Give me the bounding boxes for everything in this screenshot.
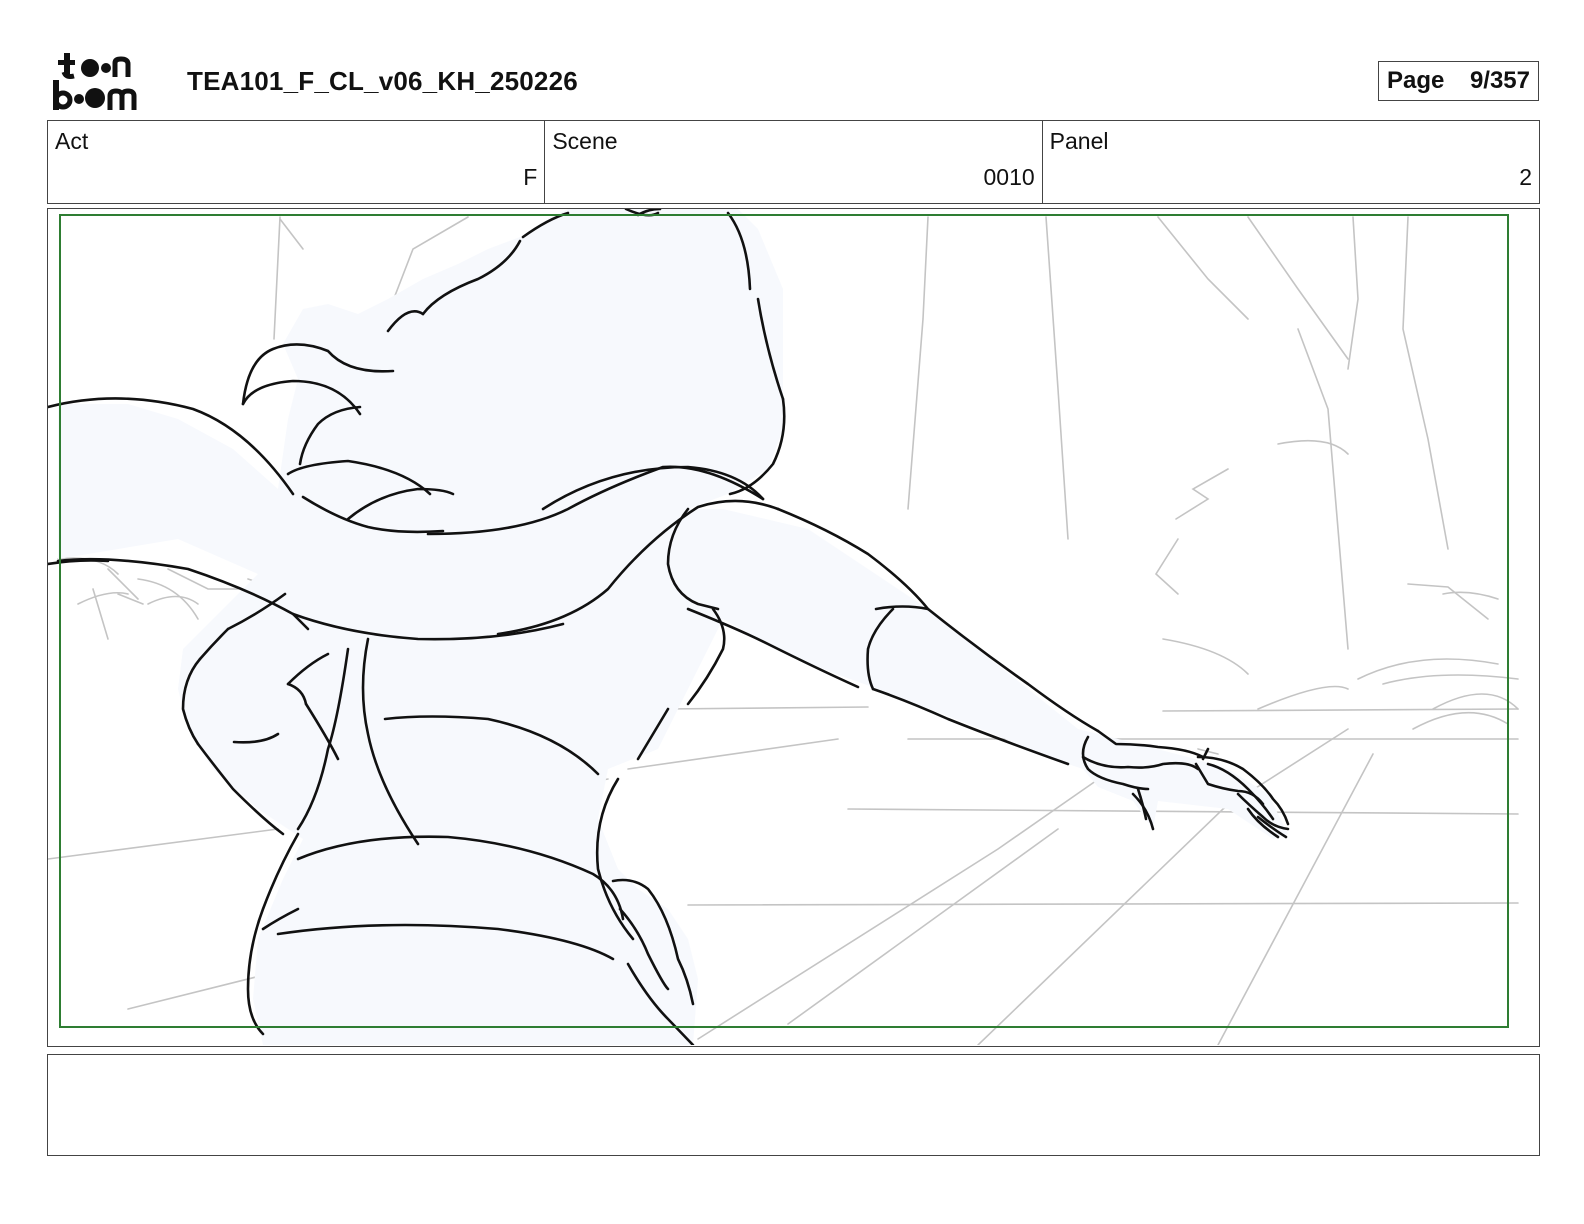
page-indicator: Page 9/357 bbox=[1378, 61, 1539, 101]
act-cell: Act F bbox=[48, 121, 546, 203]
act-label: Act bbox=[55, 128, 89, 154]
document-title: TEA101_F_CL_v06_KH_250226 bbox=[187, 66, 578, 96]
character-fill bbox=[58, 209, 1288, 1045]
page-label: Page bbox=[1387, 67, 1445, 94]
scene-label: Scene bbox=[552, 128, 618, 154]
storyboard-sketch-image bbox=[48, 209, 1519, 1045]
panel-notes-box bbox=[47, 1054, 1540, 1156]
storyboard-panel bbox=[47, 208, 1540, 1047]
panel-value: 2 bbox=[1519, 164, 1532, 190]
scene-value: 0010 bbox=[983, 164, 1035, 190]
page-number: 9/357 bbox=[1469, 67, 1530, 94]
toon-boom-logo-icon bbox=[53, 53, 137, 110]
scene-cell: Scene 0010 bbox=[545, 121, 1043, 203]
panel-label: Panel bbox=[1049, 128, 1109, 154]
toon-boom-logo bbox=[50, 50, 166, 112]
act-value: F bbox=[523, 164, 538, 190]
shot-info-table: Act F Scene 0010 Panel 2 bbox=[47, 120, 1540, 204]
panel-cell: Panel 2 bbox=[1043, 121, 1539, 203]
